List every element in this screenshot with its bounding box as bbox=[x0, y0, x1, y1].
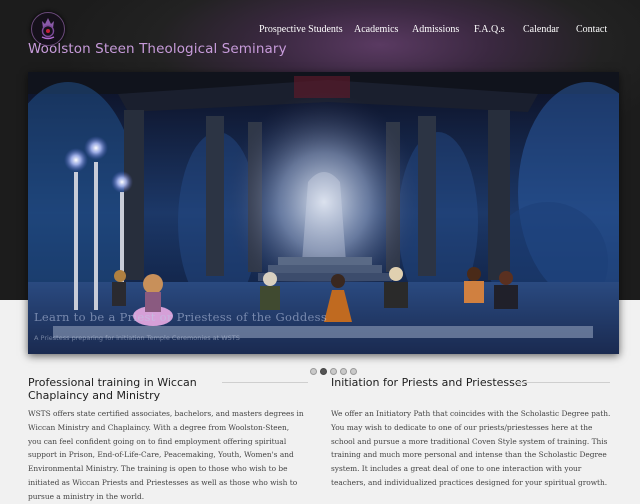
section-body-initiation: We offer an Initiatory Path that coincid… bbox=[331, 409, 611, 487]
nav-prospective-students[interactable]: Prospective Students bbox=[259, 24, 343, 35]
nav-academics[interactable]: Academics bbox=[354, 24, 398, 35]
section-body-chaplaincy: WSTS offers state certified associates, … bbox=[28, 409, 304, 501]
section-chaplaincy: Professional training in Wiccan Chaplain… bbox=[28, 376, 304, 504]
divider-line bbox=[516, 382, 610, 383]
section-heading-chaplaincy: Professional training in Wiccan Chaplain… bbox=[28, 376, 197, 402]
nav-admissions[interactable]: Admissions bbox=[412, 24, 459, 35]
site-title[interactable]: Woolston Steen Theological Seminary bbox=[28, 41, 287, 57]
slider-dot-4[interactable] bbox=[340, 368, 347, 375]
slider-dot-2[interactable] bbox=[320, 368, 327, 375]
hero-slider[interactable]: Learn to be a Priest or Priestess of the… bbox=[28, 72, 619, 354]
main-nav: Prospective Students Academics Admission… bbox=[0, 24, 640, 38]
slider-pagination bbox=[310, 368, 370, 376]
slider-dot-1[interactable] bbox=[310, 368, 317, 375]
slider-dot-3[interactable] bbox=[330, 368, 337, 375]
slide-caption-subtitle: A Priestess preparing for initiation Tem… bbox=[34, 334, 240, 342]
section-initiation: Initiation for Priests and Priestesses W… bbox=[331, 376, 611, 490]
nav-faqs[interactable]: F.A.Q.s bbox=[474, 24, 505, 35]
slider-dot-5[interactable] bbox=[350, 368, 357, 375]
nav-calendar[interactable]: Calendar bbox=[523, 24, 559, 35]
divider-line bbox=[222, 382, 308, 383]
nav-contact[interactable]: Contact bbox=[576, 24, 607, 35]
slide-caption-title: Learn to be a Priest or Priestess of the… bbox=[34, 310, 328, 324]
